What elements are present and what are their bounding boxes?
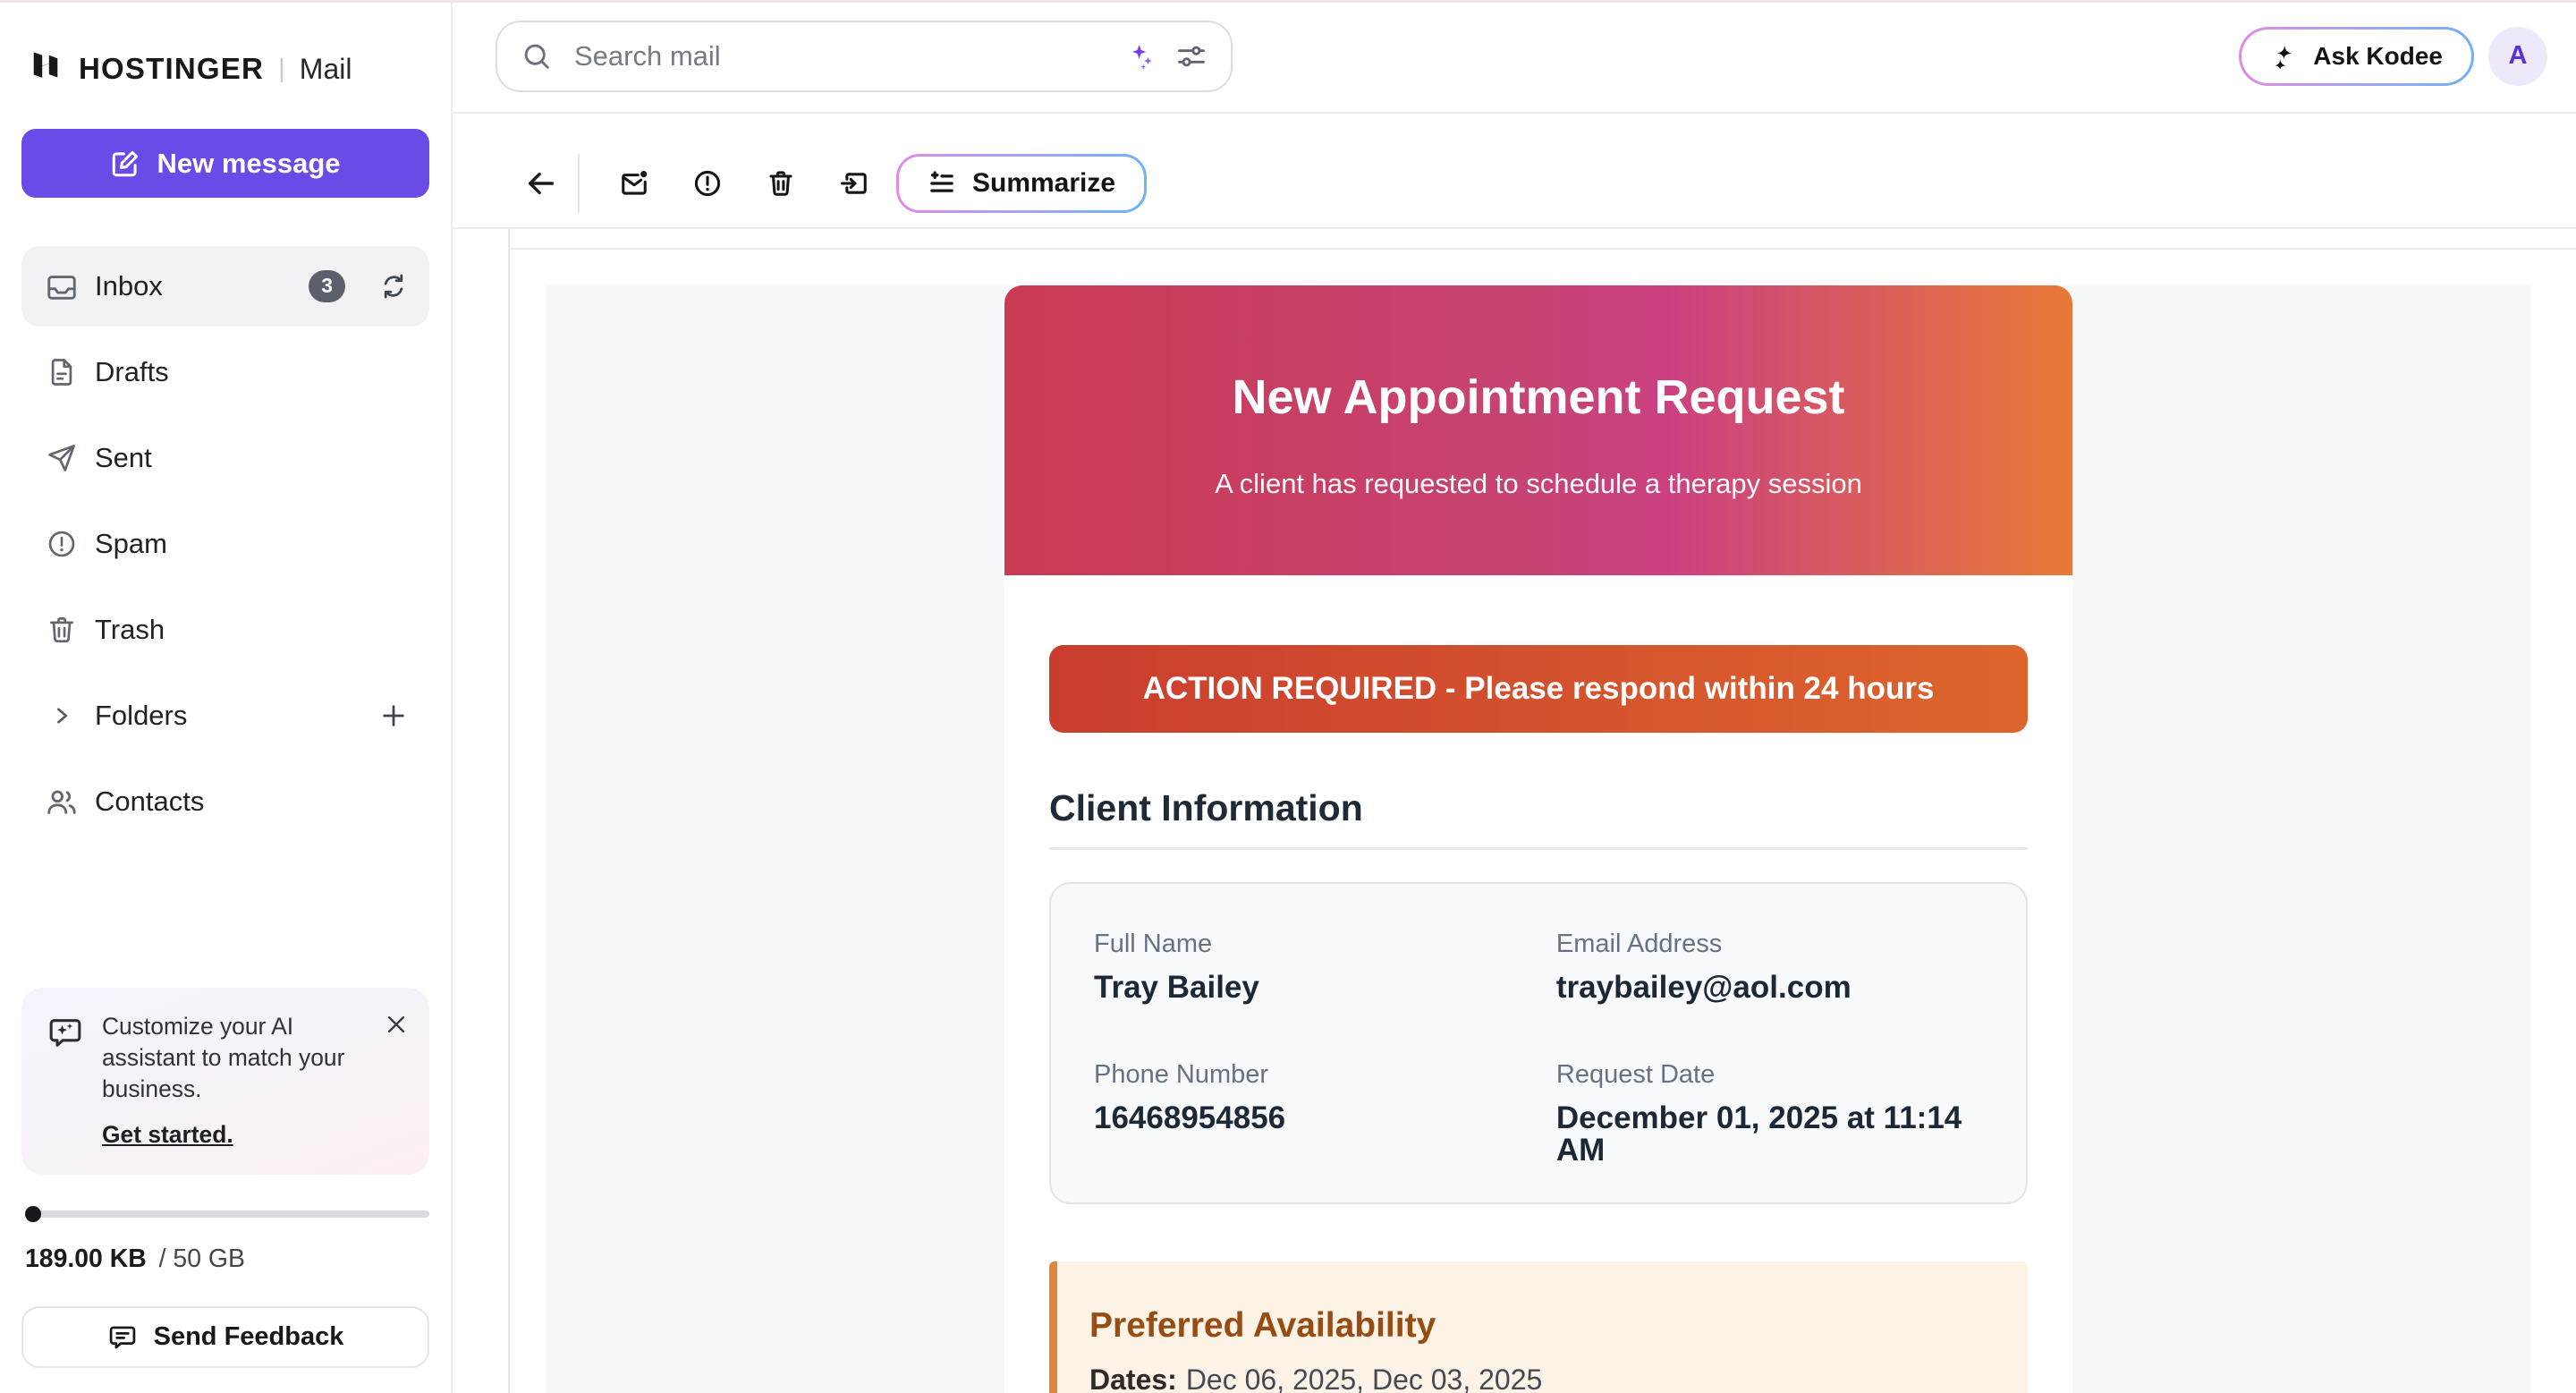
ai-chat-bubble-icon	[47, 1015, 84, 1150]
kodee-icon	[2270, 42, 2299, 71]
sidebar-item-inbox[interactable]: Inbox 3	[21, 246, 429, 327]
refresh-icon[interactable]	[379, 272, 408, 301]
search-filters-icon[interactable]	[1175, 40, 1208, 72]
storage-used: 189.00 KB	[25, 1244, 147, 1273]
field-label: Phone Number	[1094, 1061, 1556, 1088]
sidebar-item-sent[interactable]: Sent	[21, 418, 429, 498]
inbox-unread-badge: 3	[309, 270, 345, 302]
field-phone-number: Phone Number 16468954856	[1094, 1061, 1556, 1167]
top-bar: Ask Kodee A	[453, 0, 2576, 114]
hostinger-logo-icon	[29, 50, 63, 88]
sidebar-item-drafts[interactable]: Drafts	[21, 332, 429, 412]
availability-dates-row: Dates: Dec 06, 2025, Dec 03, 2025	[1089, 1365, 1992, 1393]
search-bar[interactable]	[496, 21, 1233, 92]
brand-name: HOSTINGER	[79, 52, 264, 86]
delete-icon[interactable]	[766, 168, 796, 199]
email-hero-subtitle: A client has requested to schedule a the…	[1004, 468, 2072, 500]
contacts-icon	[45, 785, 79, 819]
sidebar-nav: Inbox 3 Drafts Sent	[0, 246, 451, 847]
sidebar-item-label: Spam	[95, 528, 167, 560]
dates-label: Dates:	[1089, 1363, 1177, 1393]
preferred-availability-box: Preferred Availability Dates: Dec 06, 202…	[1049, 1261, 2028, 1393]
email-pane: New Appointment Request A client has req…	[508, 229, 2576, 1393]
summarize-icon	[928, 169, 956, 198]
client-info-box: Full Name Tray Bailey Email Address tray…	[1049, 882, 2028, 1204]
ask-kodee-button[interactable]: Ask Kodee	[2239, 27, 2474, 86]
sidebar-item-label: Drafts	[95, 356, 169, 388]
sidebar-item-trash[interactable]: Trash	[21, 590, 429, 670]
feedback-bubble-icon	[107, 1322, 138, 1353]
sidebar-item-label: Inbox	[95, 270, 163, 302]
document-icon	[45, 355, 79, 389]
brand: HOSTINGER | Mail	[29, 50, 451, 88]
field-value: 16468954856	[1094, 1102, 1556, 1134]
sidebar-item-spam[interactable]: Spam	[21, 504, 429, 584]
ai-sparkle-icon[interactable]	[1127, 41, 1157, 72]
add-folder-icon[interactable]	[379, 701, 408, 730]
ai-assistant-card: Customize your AI assistant to match you…	[21, 988, 429, 1175]
email-hero-title: New Appointment Request	[1004, 369, 2072, 425]
sidebar-item-contacts[interactable]: Contacts	[21, 761, 429, 842]
ai-card-text: Customize your AI assistant to match you…	[102, 1011, 367, 1105]
message-toolbar: Summarize	[453, 114, 2576, 229]
chevron-right-icon	[45, 699, 79, 733]
toolbar-divider	[578, 154, 580, 213]
sidebar-item-label: Contacts	[95, 786, 204, 818]
main-area: Ask Kodee A	[453, 0, 2576, 1393]
storage-total: 50 GB	[173, 1244, 245, 1273]
field-label: Email Address	[1556, 930, 1983, 957]
storage-track	[25, 1210, 429, 1218]
field-value: Tray Bailey	[1094, 972, 1556, 1004]
window-top-strip	[0, 0, 2576, 3]
email-hero-header: New Appointment Request A client has req…	[1004, 285, 2072, 575]
email-content: New Appointment Request A client has req…	[1004, 285, 2072, 1393]
brand-product: Mail	[300, 53, 352, 86]
action-required-banner: ACTION REQUIRED - Please respond within …	[1049, 645, 2028, 733]
field-value: traybailey@aol.com	[1556, 972, 1983, 1004]
sidebar-item-label: Sent	[95, 442, 152, 474]
inbox-icon	[45, 269, 79, 303]
email-pane-header-strip	[510, 229, 2576, 250]
ai-card-get-started-link[interactable]: Get started.	[102, 1121, 233, 1149]
search-input[interactable]	[571, 38, 1109, 74]
email-white-body: ACTION REQUIRED - Please respond within …	[1004, 575, 2072, 1393]
field-label: Full Name	[1094, 930, 1556, 957]
send-feedback-button[interactable]: Send Feedback	[21, 1306, 429, 1368]
brand-separator: |	[278, 54, 285, 84]
storage-usage-dot	[25, 1206, 41, 1222]
client-information-title: Client Information	[1049, 790, 2028, 826]
report-spam-icon[interactable]	[692, 168, 723, 199]
field-label: Request Date	[1556, 1061, 1983, 1088]
email-body-background: New Appointment Request A client has req…	[546, 285, 2531, 1393]
field-full-name: Full Name Tray Bailey	[1094, 930, 1556, 1004]
field-request-date: Request Date December 01, 2025 at 11:14 …	[1556, 1061, 1983, 1167]
close-icon[interactable]	[385, 1013, 408, 1150]
storage-meter: 189.00 KB / 50 GB	[25, 1210, 429, 1274]
trash-icon	[45, 613, 79, 647]
summarize-button[interactable]: Summarize	[896, 154, 1147, 213]
dates-value: Dec 06, 2025, Dec 03, 2025	[1186, 1363, 1543, 1393]
sidebar-item-label: Folders	[95, 700, 187, 732]
move-to-folder-icon[interactable]	[839, 168, 869, 199]
search-icon	[521, 40, 553, 72]
field-email-address: Email Address traybailey@aol.com	[1556, 930, 1983, 1004]
storage-separator: /	[159, 1244, 166, 1273]
mark-unread-icon[interactable]	[619, 168, 649, 199]
sidebar-item-folders[interactable]: Folders	[21, 675, 429, 756]
alert-circle-icon	[45, 527, 79, 561]
avatar[interactable]: A	[2488, 27, 2547, 86]
section-divider	[1049, 847, 2028, 850]
hostinger-mail-app: HOSTINGER | Mail New message Inbox 3	[0, 0, 2576, 1393]
paper-plane-icon	[45, 441, 79, 475]
compose-icon	[110, 149, 140, 179]
sidebar-item-label: Trash	[95, 614, 165, 646]
availability-title: Preferred Availability	[1089, 1308, 1992, 1344]
back-icon[interactable]	[524, 166, 558, 200]
storage-text: 189.00 KB / 50 GB	[25, 1244, 429, 1274]
sidebar: HOSTINGER | Mail New message Inbox 3	[0, 0, 453, 1393]
field-value: December 01, 2025 at 11:14 AM	[1556, 1102, 1983, 1167]
new-message-button[interactable]: New message	[21, 129, 429, 198]
